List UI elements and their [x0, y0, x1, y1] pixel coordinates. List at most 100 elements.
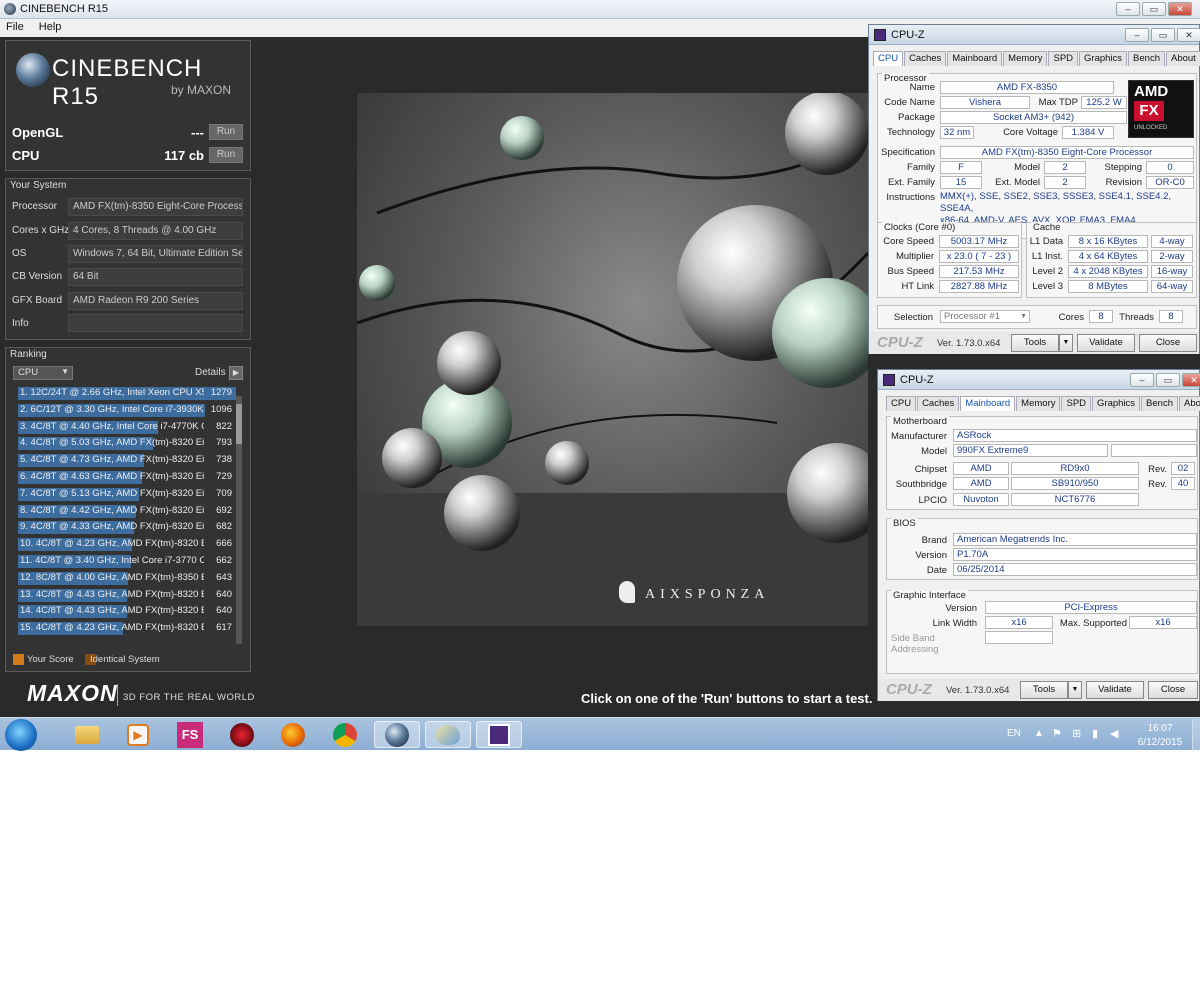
- explorer-taskbar-icon[interactable]: [67, 721, 107, 748]
- extmodel-value: 2: [1044, 176, 1086, 189]
- ranking-row[interactable]: 12. 8C/8T @ 4.00 GHz, AMD FX(tm)-8350 Ei…: [18, 571, 236, 586]
- tab-spd[interactable]: SPD: [1061, 396, 1092, 411]
- tab-caches[interactable]: Caches: [917, 396, 960, 411]
- ranking-label: 2. 6C/12T @ 3.30 GHz, Intel Core i7-3930…: [20, 403, 204, 415]
- maximize-button[interactable]: ▭: [1142, 2, 1166, 16]
- cpuz-cpu-close-button[interactable]: ✕: [1177, 28, 1200, 42]
- ranking-row[interactable]: 14. 4C/8T @ 4.43 GHz, AMD FX(tm)-8320 Ei…: [18, 604, 236, 619]
- details-label: Details: [195, 367, 226, 378]
- cpuz-cpu-maximize-button[interactable]: ▭: [1151, 28, 1175, 42]
- tab-about[interactable]: About: [1178, 396, 1200, 411]
- ranking-row[interactable]: 10. 4C/8T @ 4.23 GHz, AMD FX(tm)-8320 Ei…: [18, 537, 236, 552]
- processor-select[interactable]: Processor #1 ▼: [940, 310, 1030, 323]
- tab-cpu[interactable]: CPU: [873, 51, 904, 66]
- red-app-taskbar-icon[interactable]: [222, 721, 262, 748]
- paint-taskbar-icon[interactable]: [425, 721, 471, 748]
- ranking-row[interactable]: 7. 4C/8T @ 5.13 GHz, AMD FX(tm)-8320 Eig…: [18, 487, 236, 502]
- media-player-taskbar-icon[interactable]: ▶: [118, 721, 158, 748]
- ranking-scrollbar[interactable]: [236, 396, 242, 644]
- language-indicator[interactable]: EN: [1007, 728, 1021, 739]
- tab-mainboard[interactable]: Mainboard: [947, 51, 1003, 66]
- ranking-row[interactable]: 1. 12C/24T @ 2.66 GHz, Intel Xeon CPU X5…: [18, 386, 236, 401]
- tools-button[interactable]: Tools: [1020, 681, 1068, 699]
- close-button[interactable]: Close: [1148, 681, 1198, 699]
- validate-button[interactable]: Validate: [1086, 681, 1144, 699]
- menu-help[interactable]: Help: [33, 19, 68, 33]
- by-maxon: by MAXON: [171, 83, 232, 97]
- details-arrow-button[interactable]: ▶: [229, 366, 243, 380]
- identical-system-legend: Identical System: [90, 654, 160, 665]
- l2-label: Level 2: [1032, 266, 1063, 277]
- cpu-run-button[interactable]: Run: [209, 147, 243, 163]
- ranking-row[interactable]: 15. 4C/8T @ 4.23 GHz, AMD FX(tm)-8320 Ei…: [18, 621, 236, 636]
- tab-mainboard[interactable]: Mainboard: [960, 396, 1016, 411]
- ranking-row[interactable]: 5. 4C/8T @ 4.73 GHz, AMD FX(tm)-8320 Eig…: [18, 453, 236, 468]
- windows-tray-icon[interactable]: ⊞: [1072, 727, 1081, 740]
- close-button[interactable]: ✕: [1168, 2, 1192, 16]
- ranking-score: 682: [216, 521, 232, 533]
- validate-button[interactable]: Validate: [1077, 334, 1135, 352]
- ranking-row[interactable]: 8. 4C/8T @ 4.42 GHz, AMD FX(tm)-8320 Eig…: [18, 504, 236, 519]
- tab-bench[interactable]: Bench: [1128, 51, 1165, 66]
- tab-memory[interactable]: Memory: [1003, 51, 1048, 66]
- tab-cpu[interactable]: CPU: [886, 396, 917, 411]
- clock-time[interactable]: 16:07: [1135, 723, 1185, 734]
- tools-dropdown-arrow[interactable]: ▼: [1059, 334, 1073, 352]
- sideband-label: Side Band Addressing: [891, 633, 939, 655]
- fs-icon-label: FS: [177, 721, 203, 748]
- system-info-field[interactable]: [68, 314, 243, 332]
- cpuz-taskbar-icon[interactable]: [476, 721, 522, 748]
- family-label: Family: [907, 162, 935, 173]
- show-desktop-button[interactable]: [1192, 719, 1200, 750]
- start-button[interactable]: [5, 719, 37, 751]
- cpuz-mb-maximize-button[interactable]: ▭: [1156, 373, 1180, 387]
- htlink-value: 2827.88 MHz: [939, 280, 1019, 293]
- ranking-label: 7. 4C/8T @ 5.13 GHz, AMD FX(tm)-8320 Eig…: [20, 487, 204, 499]
- model-label: Model: [1014, 162, 1040, 173]
- ranking-row[interactable]: 6. 4C/8T @ 4.63 GHz, AMD FX(tm)-8320 Eig…: [18, 470, 236, 485]
- ranking-row[interactable]: 3. 4C/8T @ 4.40 GHz, Intel Core i7-4770K…: [18, 420, 236, 435]
- instructions-line-1: MMX(+), SSE, SSE2, SSE3, SSSE3, SSE4.1, …: [940, 191, 1172, 214]
- cpuz-mb-close-button[interactable]: ✕: [1182, 373, 1200, 387]
- ranking-score: 729: [216, 471, 232, 482]
- ranking-row[interactable]: 11. 4C/8T @ 3.40 GHz, Intel Core i7-3770…: [18, 554, 236, 569]
- chrome-taskbar-icon[interactable]: [325, 721, 365, 748]
- bios-group-title: BIOS: [891, 518, 918, 529]
- minimize-button[interactable]: –: [1116, 2, 1140, 16]
- ranking-row[interactable]: 9. 4C/8T @ 4.33 GHz, AMD FX(tm)-8320 Eig…: [18, 520, 236, 535]
- ranking-row[interactable]: 4. 4C/8T @ 5.03 GHz, AMD FX(tm)-8320 Eig…: [18, 436, 236, 451]
- clock-date[interactable]: 6/12/2015: [1132, 737, 1188, 748]
- opengl-run-button[interactable]: Run: [209, 124, 243, 140]
- firefox-taskbar-icon[interactable]: [273, 721, 313, 748]
- tab-bench[interactable]: Bench: [1141, 396, 1178, 411]
- cinebench-taskbar-icon[interactable]: [374, 721, 420, 748]
- ranking-row[interactable]: 13. 4C/8T @ 4.43 GHz, AMD FX(tm)-8320 Ei…: [18, 588, 236, 603]
- show-hidden-icons-arrow[interactable]: ▲: [1034, 728, 1044, 739]
- tab-graphics[interactable]: Graphics: [1092, 396, 1141, 411]
- technology-value: 32 nm: [940, 126, 974, 139]
- cpuz-mb-minimize-button[interactable]: –: [1130, 373, 1154, 387]
- bios-brand-value: American Megatrends Inc.: [953, 533, 1197, 546]
- footer-divider: [117, 684, 118, 706]
- ranking-type-dropdown[interactable]: CPU ▼: [13, 366, 73, 380]
- l2-value: 4 x 2048 KBytes: [1068, 265, 1148, 278]
- action-center-flag-icon[interactable]: ⚑: [1052, 727, 1062, 740]
- manufacturer-value: ASRock: [953, 429, 1197, 442]
- gi-version-value: PCI-Express: [985, 601, 1197, 614]
- l1inst-label: L1 Inst.: [1031, 251, 1063, 262]
- cpuz-app-icon: [874, 29, 886, 41]
- cpuz-cpu-minimize-button[interactable]: –: [1125, 28, 1149, 42]
- tools-dropdown-arrow[interactable]: ▼: [1068, 681, 1082, 699]
- tab-about[interactable]: About: [1165, 51, 1200, 66]
- close-button[interactable]: Close: [1139, 334, 1197, 352]
- tab-graphics[interactable]: Graphics: [1079, 51, 1128, 66]
- tab-caches[interactable]: Caches: [904, 51, 947, 66]
- tab-spd[interactable]: SPD: [1048, 51, 1079, 66]
- tab-memory[interactable]: Memory: [1016, 396, 1061, 411]
- network-icon[interactable]: ▮: [1092, 727, 1098, 740]
- menu-file[interactable]: File: [0, 19, 30, 33]
- volume-icon[interactable]: ◀: [1110, 727, 1118, 740]
- tools-button[interactable]: Tools: [1011, 334, 1059, 352]
- ranking-row[interactable]: 2. 6C/12T @ 3.30 GHz, Intel Core i7-3930…: [18, 403, 236, 418]
- fs-app-taskbar-icon[interactable]: FS: [170, 721, 210, 748]
